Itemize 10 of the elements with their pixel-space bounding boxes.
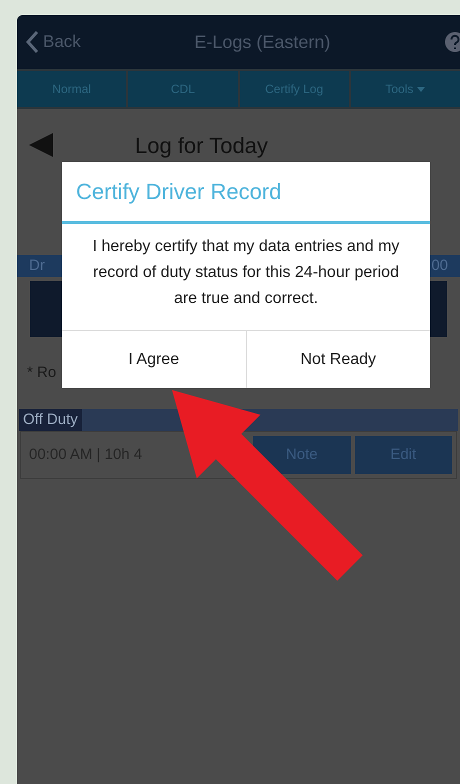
back-button[interactable]: Back [25, 29, 81, 55]
triangle-left-icon[interactable] [27, 131, 55, 159]
window-title: E-Logs (Eastern) [194, 30, 330, 54]
help-icon[interactable] [444, 31, 460, 53]
status-label: Off Duty [19, 409, 82, 431]
chevron-left-icon [25, 30, 39, 54]
dialog-title: Certify Driver Record [62, 162, 430, 224]
dialog-message: I hereby certify that my data entries and my record of duty status for this 24-hour period are true and correct. [92, 237, 400, 309]
log-title: Log for Today [135, 132, 268, 160]
caret-down-icon [417, 86, 426, 92]
